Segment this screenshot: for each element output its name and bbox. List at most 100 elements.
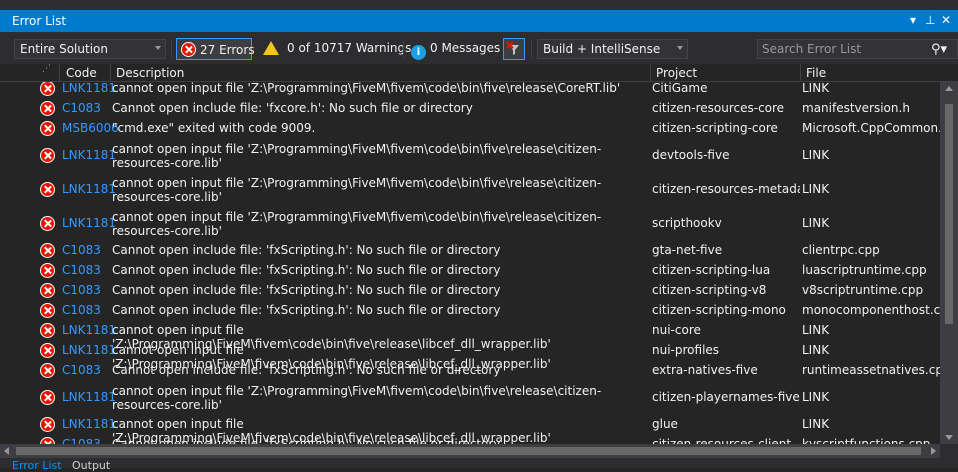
column-header-code[interactable]: Code	[66, 66, 97, 80]
error-code-link[interactable]: MSB6006	[62, 121, 119, 135]
table-row[interactable]: C1083 Cannot open include file: 'fxScript…	[0, 361, 940, 381]
error-code-link[interactable]: LNK1181	[62, 323, 116, 337]
scroll-up-icon[interactable]	[945, 86, 953, 91]
scroll-left-icon[interactable]	[4, 447, 9, 455]
error-code-link[interactable]: C1083	[62, 363, 101, 377]
error-description: cannot open input file 'Z:\Programming\F…	[112, 142, 602, 170]
table-row[interactable]: MSB6006 "cmd.exe" exited with code 9009. c…	[0, 119, 940, 139]
scroll-down-icon[interactable]	[945, 435, 953, 440]
error-code-link[interactable]: LNK1181	[62, 343, 116, 357]
error-file: runtimeassetnatives.cpp	[802, 363, 940, 377]
scope-value: Entire Solution	[20, 42, 108, 56]
column-divider[interactable]	[650, 64, 651, 82]
pin-icon[interactable]: ⊥	[925, 13, 935, 27]
error-description: Cannot open include file: 'fxScripting.h…	[112, 363, 501, 377]
error-file: luascriptruntime.cpp	[802, 263, 927, 277]
table-row[interactable]: C1083 Cannot open include file: 'fxScript…	[0, 281, 940, 301]
error-description: Cannot open include file: 'fxScripting.h…	[112, 263, 501, 277]
warnings-filter-button[interactable]: 0 of 10717 Warnings	[259, 38, 411, 60]
column-divider[interactable]	[800, 64, 801, 82]
error-code-link[interactable]: LNK1181	[62, 390, 116, 404]
error-code-link[interactable]: LNK1181	[62, 82, 116, 95]
error-file: monocomponenthost.cpp	[802, 303, 940, 317]
table-row[interactable]: LNK1181 cannot open input file 'Z:\Progra…	[0, 341, 940, 371]
info-icon: i	[411, 45, 426, 60]
error-code-link[interactable]: LNK1181	[62, 417, 116, 431]
chevron-down-icon	[677, 46, 683, 50]
error-code-link[interactable]: C1083	[62, 303, 101, 317]
error-description: Cannot open include file: 'fxScripting.h…	[112, 303, 501, 317]
table-row[interactable]: LNK1181 cannot open input file 'Z:\Progra…	[0, 82, 940, 99]
search-input[interactable]: Search Error List ⚲▾	[757, 39, 958, 59]
errors-filter-button[interactable]: 27 Errors	[176, 38, 255, 60]
error-code-link[interactable]: LNK1181	[62, 216, 116, 230]
error-icon	[40, 216, 55, 231]
clear-filter-button[interactable]	[503, 38, 525, 60]
error-icon	[40, 243, 55, 258]
error-project: gta-net-five	[652, 243, 723, 257]
table-row[interactable]: LNK1181 cannot open input file 'Z:\Progra…	[0, 415, 940, 444]
table-row[interactable]: LNK1181 cannot open input file 'Z:\Progra…	[0, 207, 940, 241]
messages-filter-button[interactable]: i 0 Messages	[407, 38, 500, 60]
tab-output[interactable]: Output	[72, 460, 110, 471]
table-row[interactable]: C1083 Cannot open include file: 'fxcore.h…	[0, 99, 940, 119]
column-header-description[interactable]: Description	[116, 66, 184, 80]
column-divider[interactable]	[59, 64, 60, 82]
error-project: devtools-five	[652, 148, 730, 162]
table-row[interactable]: LNK1181 cannot open input file 'Z:\Progra…	[0, 321, 940, 351]
error-icon	[40, 101, 55, 116]
error-icon	[40, 303, 55, 318]
error-file: LINK	[802, 182, 830, 196]
error-icon	[40, 363, 55, 378]
error-code-link[interactable]: C1083	[62, 283, 101, 297]
error-icon	[181, 42, 196, 57]
table-row[interactable]: LNK1181 cannot open input file 'Z:\Progra…	[0, 139, 940, 173]
warnings-count: 0 of 10717 Warnings	[287, 41, 412, 55]
table-row[interactable]: C1083 Cannot open include file: 'fxScript…	[0, 261, 940, 281]
warning-icon	[263, 41, 279, 55]
column-header-row: ⋰ Code Description Project File	[0, 64, 958, 82]
error-description: Cannot open include file: 'fxScripting.h…	[112, 283, 501, 297]
column-divider[interactable]	[110, 64, 111, 82]
horizontal-scrollbar[interactable]	[0, 444, 940, 458]
error-code-link[interactable]: C1083	[62, 263, 101, 277]
top-strip	[0, 0, 958, 10]
close-icon[interactable]: ✕	[941, 13, 951, 27]
build-filter-dropdown[interactable]: Build + IntelliSense	[537, 39, 688, 59]
error-code-link[interactable]: LNK1181	[62, 148, 116, 162]
horizontal-scroll-thumb[interactable]	[16, 447, 921, 455]
error-project: citizen-resources-metadat...	[652, 182, 800, 196]
error-file: LINK	[802, 148, 830, 162]
scroll-right-icon[interactable]	[931, 447, 936, 455]
table-row[interactable]: C1083 Cannot open include file: 'fxScript…	[0, 435, 940, 444]
search-icon[interactable]: ⚲▾	[931, 42, 947, 57]
divider	[171, 39, 172, 59]
column-header-file[interactable]: File	[806, 66, 826, 80]
error-project: citizen-resources-core	[652, 101, 785, 115]
vertical-scroll-thumb[interactable]	[945, 104, 953, 324]
tab-error-list[interactable]: Error List	[12, 460, 62, 471]
error-description: Cannot open include file: 'fxScripting.h…	[112, 437, 501, 444]
error-code-link[interactable]: C1083	[62, 243, 101, 257]
error-description: cannot open input file 'Z:\Programming\F…	[112, 176, 602, 204]
column-header-project[interactable]: Project	[656, 66, 697, 80]
error-description: Cannot open include file: 'fxcore.h': No…	[112, 101, 473, 115]
table-row[interactable]: C1083 Cannot open include file: 'fxScript…	[0, 301, 940, 321]
error-icon	[40, 148, 55, 163]
divider	[403, 39, 404, 59]
table-row[interactable]: LNK1181 cannot open input file 'Z:\Progra…	[0, 173, 940, 207]
error-file: LINK	[802, 216, 830, 230]
error-list-window: Error List ▾ ⊥ ✕ Entire Solution 27 Erro…	[0, 0, 958, 471]
error-code-link[interactable]: LNK1181	[62, 182, 116, 196]
sort-grip-icon[interactable]: ⋰	[42, 64, 51, 74]
table-row[interactable]: C1083 Cannot open include file: 'fxScript…	[0, 241, 940, 261]
error-code-link[interactable]: C1083	[62, 437, 101, 444]
scope-dropdown[interactable]: Entire Solution	[14, 39, 166, 59]
error-icon	[40, 182, 55, 197]
error-code-link[interactable]: C1083	[62, 101, 101, 115]
table-row[interactable]: LNK1181 cannot open input file 'Z:\Progra…	[0, 381, 940, 415]
error-project: citizen-scripting-v8	[652, 283, 767, 297]
error-icon	[40, 121, 55, 136]
vertical-scrollbar[interactable]	[940, 82, 958, 444]
window-position-dropdown-icon[interactable]: ▾	[910, 13, 916, 27]
